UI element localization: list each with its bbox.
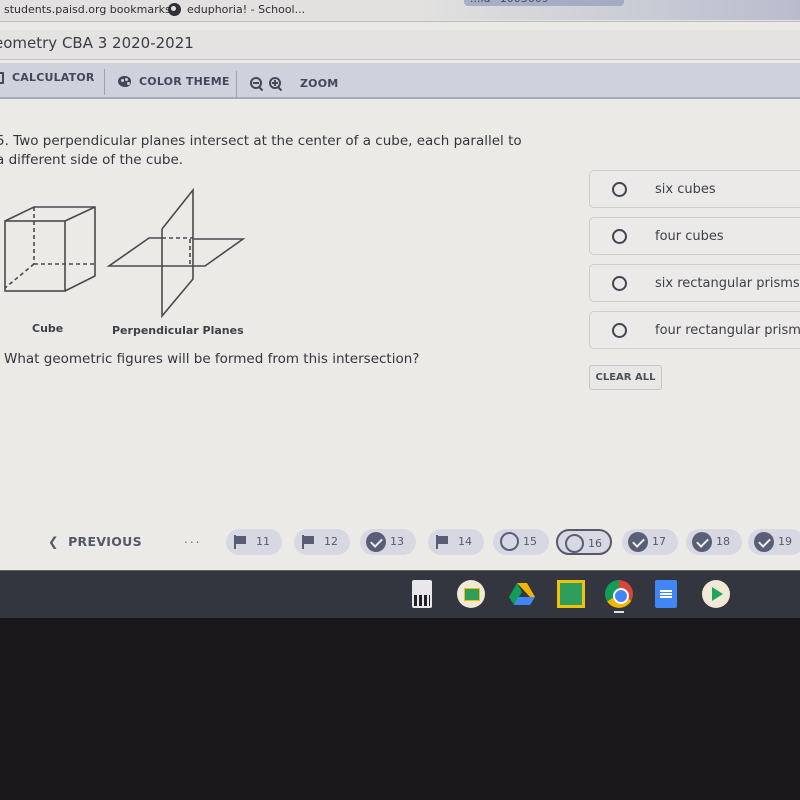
- question-prompt: What geometric figures will be formed fr…: [4, 351, 420, 367]
- calculator-label: CALCULATOR: [12, 71, 95, 84]
- toolbar-divider: [236, 71, 237, 97]
- question-nav-number: 13: [390, 535, 404, 548]
- monitor-bezel: [0, 618, 800, 800]
- flag-icon: [234, 535, 246, 549]
- answer-choice-label: four cubes: [655, 228, 724, 244]
- previous-label: PREVIOUS: [68, 534, 142, 549]
- question-nav-number: 12: [324, 535, 338, 548]
- google-classroom-icon[interactable]: [457, 580, 485, 608]
- check-circle-icon: [692, 532, 712, 552]
- question-nav-number: 16: [588, 537, 602, 550]
- more-questions-ellipsis[interactable]: ...: [184, 532, 201, 546]
- answer-choice[interactable]: four rectangular prisms: [589, 311, 800, 349]
- question-nav-item[interactable]: 14: [428, 529, 484, 555]
- question-number: 5.: [0, 133, 9, 149]
- zoom-label: ZOOM: [300, 77, 339, 90]
- question-navigation: ❮ PREVIOUS ... 11 12 13 14 15 16 17 18 1…: [0, 515, 800, 570]
- question-nav-number: 11: [256, 535, 270, 548]
- question-figure: [4, 187, 246, 319]
- answer-choice-label: six rectangular prisms: [655, 275, 800, 291]
- flag-icon: [302, 535, 314, 549]
- zoom-out-icon[interactable]: [250, 77, 263, 90]
- answer-choice[interactable]: six cubes: [589, 170, 800, 208]
- question-nav-item[interactable]: 17: [622, 529, 678, 555]
- zoom-controls: ZOOM: [250, 77, 338, 90]
- toolbar-divider: [104, 69, 105, 95]
- perpendicular-planes-drawing: [106, 187, 246, 319]
- radio-button[interactable]: [612, 322, 627, 338]
- question-nav-item[interactable]: 12: [294, 529, 350, 555]
- chromeos-shelf: [0, 570, 800, 618]
- question-nav-number: 14: [458, 535, 472, 548]
- cube-label: Cube: [32, 322, 64, 335]
- bookmark-eduphoria[interactable]: eduphoria! - School...: [168, 3, 305, 16]
- bookmark-paisd[interactable]: students.paisd.org bookmarks: [4, 3, 171, 16]
- color-theme-button[interactable]: COLOR THEME: [118, 75, 230, 88]
- palette-icon: [118, 76, 131, 87]
- question-nav-item[interactable]: 11: [226, 529, 282, 555]
- test-title-bar: eometry CBA 3 2020-2021: [0, 30, 800, 60]
- flag-icon: [436, 535, 448, 549]
- radio-button[interactable]: [612, 228, 627, 244]
- play-store-icon[interactable]: [702, 580, 730, 608]
- question-nav-number: 19: [778, 535, 792, 548]
- question-nav-number: 15: [523, 535, 537, 548]
- google-drive-icon[interactable]: [508, 580, 536, 608]
- question-nav-item[interactable]: 15: [493, 529, 549, 555]
- chrome-icon[interactable]: [605, 580, 633, 608]
- answer-choice[interactable]: four cubes: [589, 217, 800, 255]
- bookmark-eduphoria-label: eduphoria! - School...: [187, 3, 306, 16]
- answer-choice-label: four rectangular prisms: [655, 322, 800, 338]
- calculator-icon: [0, 71, 4, 84]
- check-circle-icon: [366, 532, 386, 552]
- empty-circle-icon: [565, 534, 584, 553]
- calculator-button[interactable]: CALCULATOR: [0, 71, 95, 84]
- question-stem-text: Two perpendicular planes intersect at th…: [0, 133, 522, 168]
- globe-icon: [168, 3, 181, 16]
- check-circle-icon: [754, 532, 774, 552]
- question-stem: 5. Two perpendicular planes intersect at…: [0, 132, 526, 170]
- bookmarks-bar: ...id=1003609 students.paisd.org bookmar…: [0, 0, 800, 22]
- question-nav-item[interactable]: 19: [748, 529, 800, 555]
- empty-circle-icon: [500, 532, 519, 551]
- browser-screen: ...id=1003609 students.paisd.org bookmar…: [0, 0, 800, 578]
- previous-button[interactable]: ❮ PREVIOUS: [48, 534, 142, 549]
- check-circle-icon: [628, 532, 648, 552]
- cube-drawing: [4, 206, 96, 292]
- google-docs-icon[interactable]: [655, 580, 677, 608]
- answer-choice-label: six cubes: [655, 181, 716, 197]
- chevron-left-icon: ❮: [48, 534, 59, 549]
- color-theme-label: COLOR THEME: [139, 75, 230, 88]
- radio-button[interactable]: [612, 181, 627, 197]
- question-nav-number: 17: [652, 535, 666, 548]
- planes-label: Perpendicular Planes: [112, 324, 244, 337]
- test-toolbar: CALCULATOR COLOR THEME ZOOM: [0, 63, 800, 99]
- zoom-in-icon[interactable]: [269, 77, 282, 90]
- radio-button[interactable]: [612, 275, 627, 291]
- question-nav-number: 18: [716, 535, 730, 548]
- clear-all-button[interactable]: CLEAR ALL: [589, 365, 662, 390]
- calculator-app-icon[interactable]: [412, 580, 432, 608]
- question-nav-item[interactable]: 18: [686, 529, 742, 555]
- test-title: eometry CBA 3 2020-2021: [0, 34, 194, 52]
- bookmarks-bar-tint: [420, 0, 800, 20]
- classroom-teacher-icon[interactable]: [557, 580, 585, 608]
- active-app-indicator: [614, 611, 624, 613]
- question-nav-item[interactable]: 13: [360, 529, 416, 555]
- question-nav-item-current[interactable]: 16: [556, 529, 612, 555]
- answer-choice[interactable]: six rectangular prisms: [589, 264, 800, 302]
